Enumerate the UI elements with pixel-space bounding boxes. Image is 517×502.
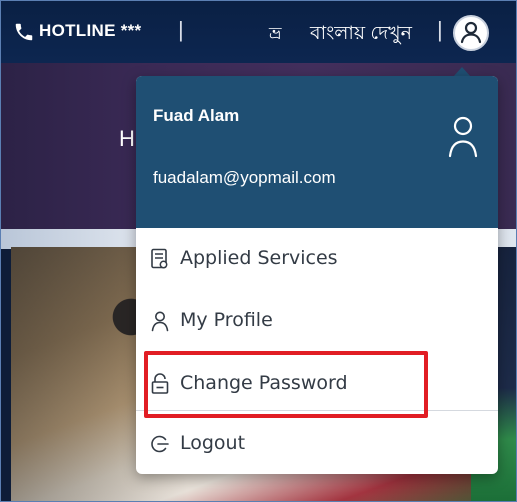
menu-item-my-profile[interactable]: My Profile (136, 291, 498, 351)
user-menu-button[interactable] (453, 15, 489, 51)
top-bar: HOTLINE *** | ভ্ৰ বাংলায় দেখুন | (1, 1, 516, 63)
phone-icon (15, 23, 33, 41)
separator: | (178, 17, 184, 42)
menu-item-label: My Profile (180, 309, 273, 331)
user-icon (448, 116, 478, 158)
highlight-box (144, 351, 428, 418)
hero-heading: H (119, 126, 135, 151)
menu-item-label: Logout (180, 432, 246, 454)
document-icon (151, 248, 168, 269)
user-icon (151, 311, 169, 332)
hotline-text[interactable]: HOTLINE *** (39, 21, 141, 41)
menu-item-label: Applied Services (180, 247, 338, 269)
menu-item-logout[interactable]: Logout (136, 414, 498, 474)
language-switch-link[interactable]: বাংলায় দেখুন (310, 19, 412, 51)
logout-icon (151, 435, 169, 453)
menu-item-applied-services[interactable]: Applied Services (136, 229, 498, 289)
user-icon (460, 21, 482, 44)
app-window: HOTLINE *** | ভ্ৰ বাংলায় দেখুন | H Fuad… (0, 0, 517, 502)
separator: | (437, 17, 443, 42)
language-icon: ভ্ৰ (269, 24, 282, 43)
user-name: Fuad Alam (153, 106, 240, 125)
dropdown-header: Fuad Alam fuadalam@yopmail.com (136, 76, 498, 228)
user-email: fuadalam@yopmail.com (153, 168, 336, 187)
